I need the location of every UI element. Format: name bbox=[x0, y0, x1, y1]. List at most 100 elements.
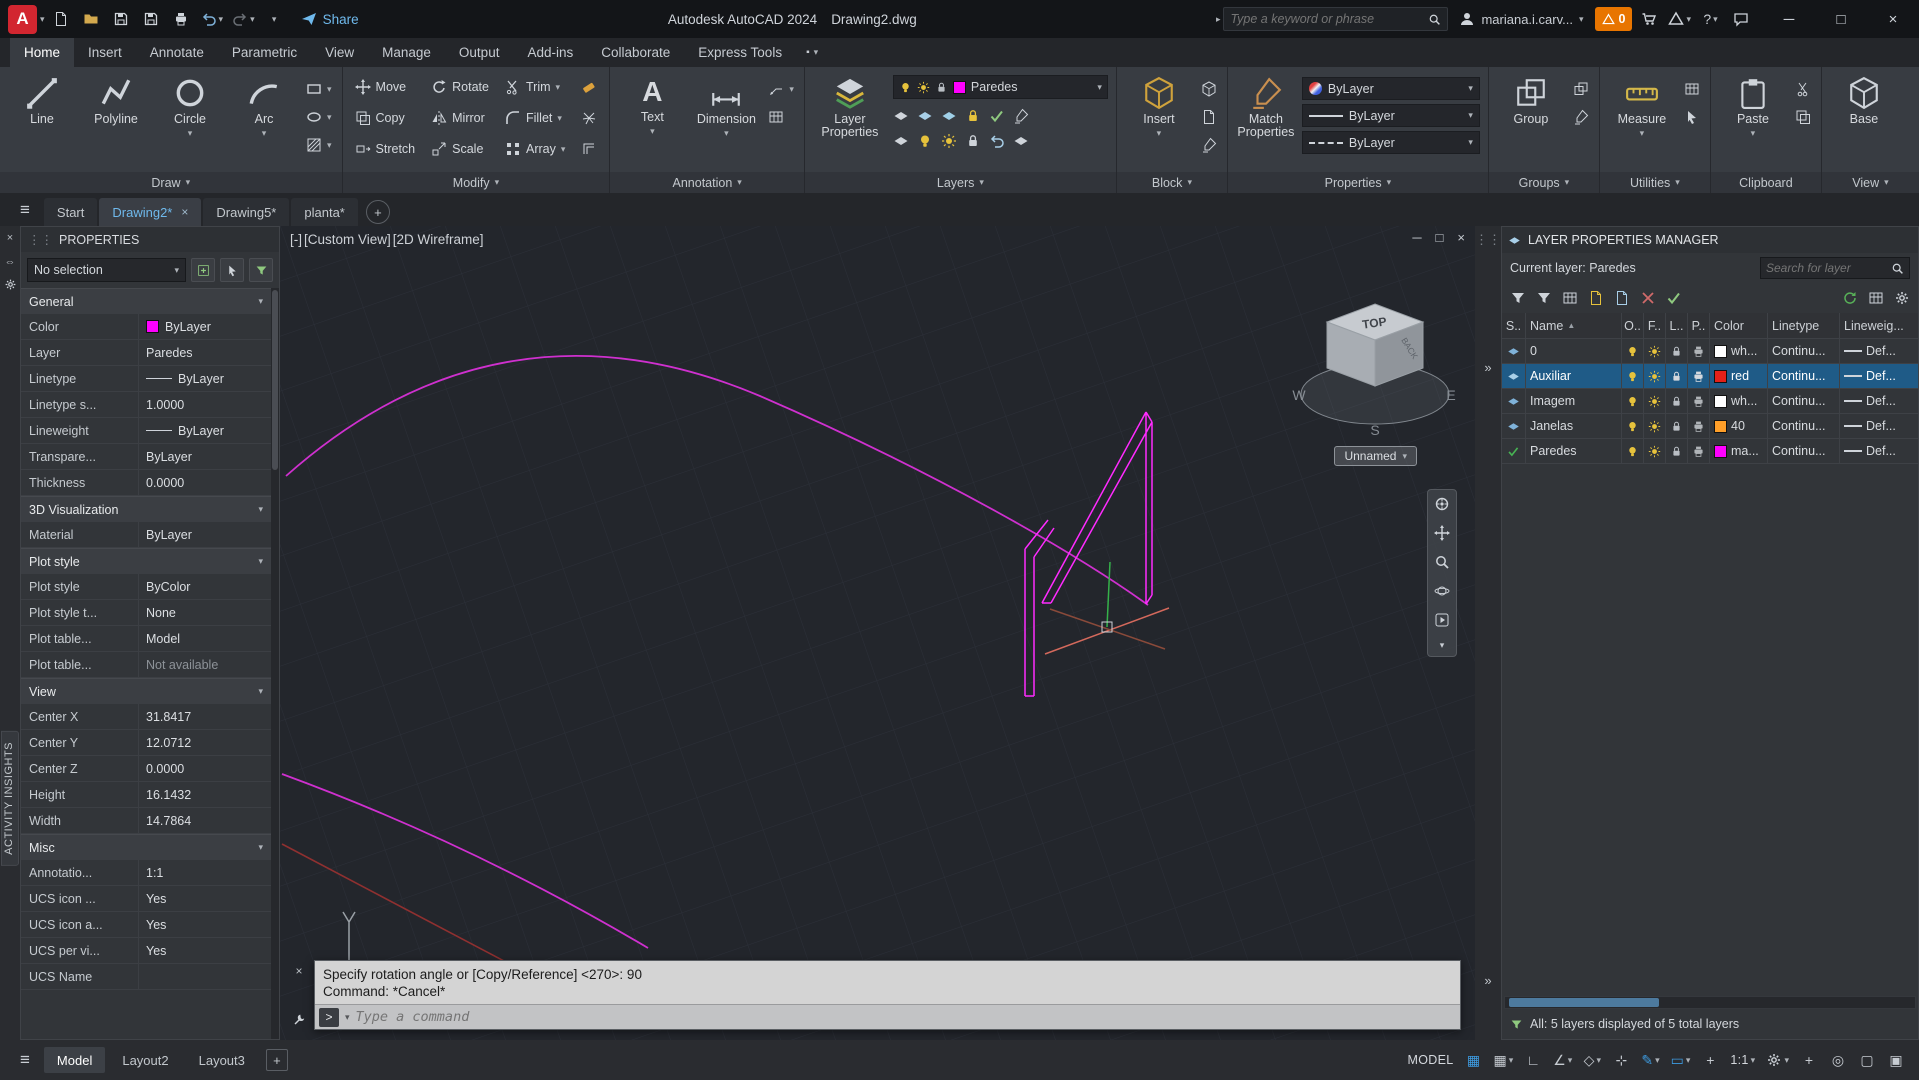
annotation-objects-toggle[interactable]: ▭ ▾ bbox=[1667, 1047, 1695, 1073]
match-properties-button[interactable]: Match Properties bbox=[1236, 71, 1296, 139]
section-plot-style[interactable]: Plot style ▾ bbox=[21, 548, 271, 574]
viewport-view-control[interactable]: [Custom View] bbox=[304, 232, 391, 247]
grid-display-toggle[interactable]: ▦ bbox=[1460, 1047, 1486, 1073]
search-box[interactable] bbox=[1223, 7, 1449, 31]
properties-panel-label[interactable]: Properties ▾ bbox=[1227, 172, 1488, 193]
column-on[interactable]: O.. bbox=[1622, 313, 1644, 338]
layer-freeze-toggle[interactable] bbox=[1648, 420, 1661, 433]
offset-button[interactable] bbox=[579, 137, 599, 161]
column-lock[interactable]: L.. bbox=[1666, 313, 1688, 338]
block-editor-button[interactable] bbox=[1199, 133, 1219, 157]
graphics-performance-button[interactable]: ▢ bbox=[1854, 1047, 1880, 1073]
file-tab-drawing5[interactable]: Drawing5* bbox=[203, 198, 290, 226]
save-button[interactable] bbox=[108, 5, 135, 33]
layer-freeze-toggle[interactable] bbox=[1648, 445, 1661, 458]
section-misc[interactable]: Misc ▾ bbox=[21, 834, 271, 860]
erase-button[interactable] bbox=[579, 75, 599, 99]
snap-mode-toggle[interactable]: ▦ ▾ bbox=[1489, 1047, 1517, 1073]
property-row[interactable]: UCS per vi... Yes bbox=[21, 938, 271, 964]
line-button[interactable]: Line bbox=[8, 71, 76, 126]
layer-search-box[interactable] bbox=[1760, 257, 1910, 279]
column-name[interactable]: Name ▲ bbox=[1526, 313, 1622, 338]
assistant-button[interactable] bbox=[1727, 5, 1754, 33]
id-point-button[interactable] bbox=[1682, 105, 1702, 129]
hatch-button[interactable]: ▾ bbox=[304, 133, 334, 157]
object-snap-tracking-toggle[interactable]: ⊹ bbox=[1608, 1047, 1634, 1073]
annotation-panel-label[interactable]: Annotation ▾ bbox=[610, 172, 804, 193]
make-current-tool-icon[interactable] bbox=[989, 108, 1005, 124]
linetype-dropdown[interactable]: ByLayer ▾ bbox=[1301, 131, 1480, 154]
layer-color-swatch[interactable] bbox=[1714, 394, 1727, 408]
leader-button[interactable]: ▾ bbox=[766, 77, 796, 101]
tab-addins[interactable]: Add-ins bbox=[513, 38, 587, 67]
layer-plot-toggle[interactable] bbox=[1692, 445, 1705, 458]
command-close-icon[interactable]: × bbox=[295, 964, 302, 978]
property-row[interactable]: UCS icon ... Yes bbox=[21, 886, 271, 912]
fillet-button[interactable]: Fillet ▾ bbox=[503, 106, 567, 130]
draw-panel-label[interactable]: Draw ▾ bbox=[0, 172, 342, 193]
isolate-objects-button[interactable]: ◎ bbox=[1825, 1047, 1851, 1073]
property-row[interactable]: Plot table... Model bbox=[21, 626, 271, 652]
tab-parametric[interactable]: Parametric bbox=[218, 38, 311, 67]
layer-on-toggle[interactable] bbox=[1626, 345, 1639, 358]
section-3d-visualization[interactable]: 3D Visualization ▾ bbox=[21, 496, 271, 522]
layer-lock-tool-icon[interactable] bbox=[965, 108, 981, 124]
property-row[interactable]: Annotatio... 1:1 bbox=[21, 860, 271, 886]
compass-south-label[interactable]: S bbox=[1370, 422, 1379, 438]
autoscale-toggle[interactable]: + bbox=[1697, 1047, 1723, 1073]
layer-on-toggle[interactable] bbox=[1626, 445, 1639, 458]
property-row[interactable]: Linetype ByLayer bbox=[21, 366, 271, 392]
new-layout-button[interactable]: + bbox=[265, 1049, 288, 1071]
property-row[interactable]: Transpare... ByLayer bbox=[21, 444, 271, 470]
share-button[interactable]: Share bbox=[291, 11, 369, 27]
property-row[interactable]: Center Y 12.0712 bbox=[21, 730, 271, 756]
layer-lock-toggle[interactable] bbox=[1670, 345, 1683, 358]
property-row[interactable]: Thickness 0.0000 bbox=[21, 470, 271, 496]
copy-button[interactable]: Copy bbox=[353, 106, 418, 130]
layer-columns-icon[interactable] bbox=[1868, 290, 1884, 306]
layer-row-janelas[interactable]: Janelas 40 Continu... Def... bbox=[1502, 414, 1918, 439]
redo-button[interactable]: ▾ bbox=[229, 5, 258, 33]
insert-button[interactable]: Insert ▾ bbox=[1125, 71, 1193, 138]
layout-tab-layout3[interactable]: Layout3 bbox=[186, 1047, 258, 1073]
layer-properties-button[interactable]: Layer Properties bbox=[813, 71, 887, 139]
layer-on-tool-icon[interactable] bbox=[917, 133, 933, 149]
properties-scrollbar[interactable] bbox=[271, 288, 279, 1039]
layer-lock-toggle[interactable] bbox=[1670, 395, 1683, 408]
section-view[interactable]: View ▾ bbox=[21, 678, 271, 704]
property-row[interactable]: Plot style t... None bbox=[21, 600, 271, 626]
annotation-scale-button[interactable]: 1:1 ▾ bbox=[1726, 1047, 1759, 1073]
layer-color-swatch[interactable] bbox=[1714, 344, 1727, 358]
layer-lock-toggle[interactable] bbox=[1670, 370, 1683, 383]
column-lineweight[interactable]: Lineweig... bbox=[1840, 313, 1918, 338]
layer-plot-toggle[interactable] bbox=[1692, 370, 1705, 383]
set-current-layer-icon[interactable] bbox=[1666, 290, 1682, 306]
layer-settings-icon[interactable] bbox=[1894, 290, 1910, 306]
ortho-mode-toggle[interactable]: ∟ bbox=[1520, 1047, 1546, 1073]
property-row[interactable]: UCS icon a... Yes bbox=[21, 912, 271, 938]
command-prompt-icon[interactable]: > bbox=[319, 1007, 339, 1027]
layer-walk-tool-icon[interactable] bbox=[1013, 133, 1029, 149]
autocad-logo[interactable]: A bbox=[8, 4, 37, 34]
utilities-panel-label[interactable]: Utilities ▾ bbox=[1599, 172, 1710, 193]
tab-insert[interactable]: Insert bbox=[74, 38, 136, 67]
drawing-minimize-icon[interactable]: ─ bbox=[1412, 230, 1421, 245]
layout-tab-layout2[interactable]: Layout2 bbox=[109, 1047, 181, 1073]
command-customize-icon[interactable] bbox=[293, 1013, 306, 1026]
undo-button[interactable]: ▾ bbox=[198, 5, 227, 33]
command-input[interactable] bbox=[355, 1009, 1456, 1025]
layer-table-hscrollbar[interactable] bbox=[1504, 996, 1916, 1009]
property-row[interactable]: Plot style ByColor bbox=[21, 574, 271, 600]
previous-layer-tool-icon[interactable] bbox=[989, 133, 1005, 149]
palette-autohide-icon[interactable]: ⇔ bbox=[2, 254, 18, 270]
move-button[interactable]: Move bbox=[353, 75, 418, 99]
layer-row-auxiliar[interactable]: Auxiliar red Continu... Def... bbox=[1502, 364, 1918, 389]
layer-row-imagem[interactable]: Imagem wh... Continu... Def... bbox=[1502, 389, 1918, 414]
block-attributes-button[interactable] bbox=[1199, 105, 1219, 129]
autodesk-access-button[interactable]: ▾ bbox=[1665, 5, 1694, 33]
annotation-monitor-button[interactable]: + bbox=[1796, 1047, 1822, 1073]
property-row[interactable]: Lineweight ByLayer bbox=[21, 418, 271, 444]
layer-panel-bottom-collapse-icon[interactable]: » bbox=[1484, 973, 1491, 988]
tab-express-tools[interactable]: Express Tools bbox=[684, 38, 796, 67]
lineweight-dropdown[interactable]: ByLayer ▾ bbox=[1301, 104, 1480, 127]
